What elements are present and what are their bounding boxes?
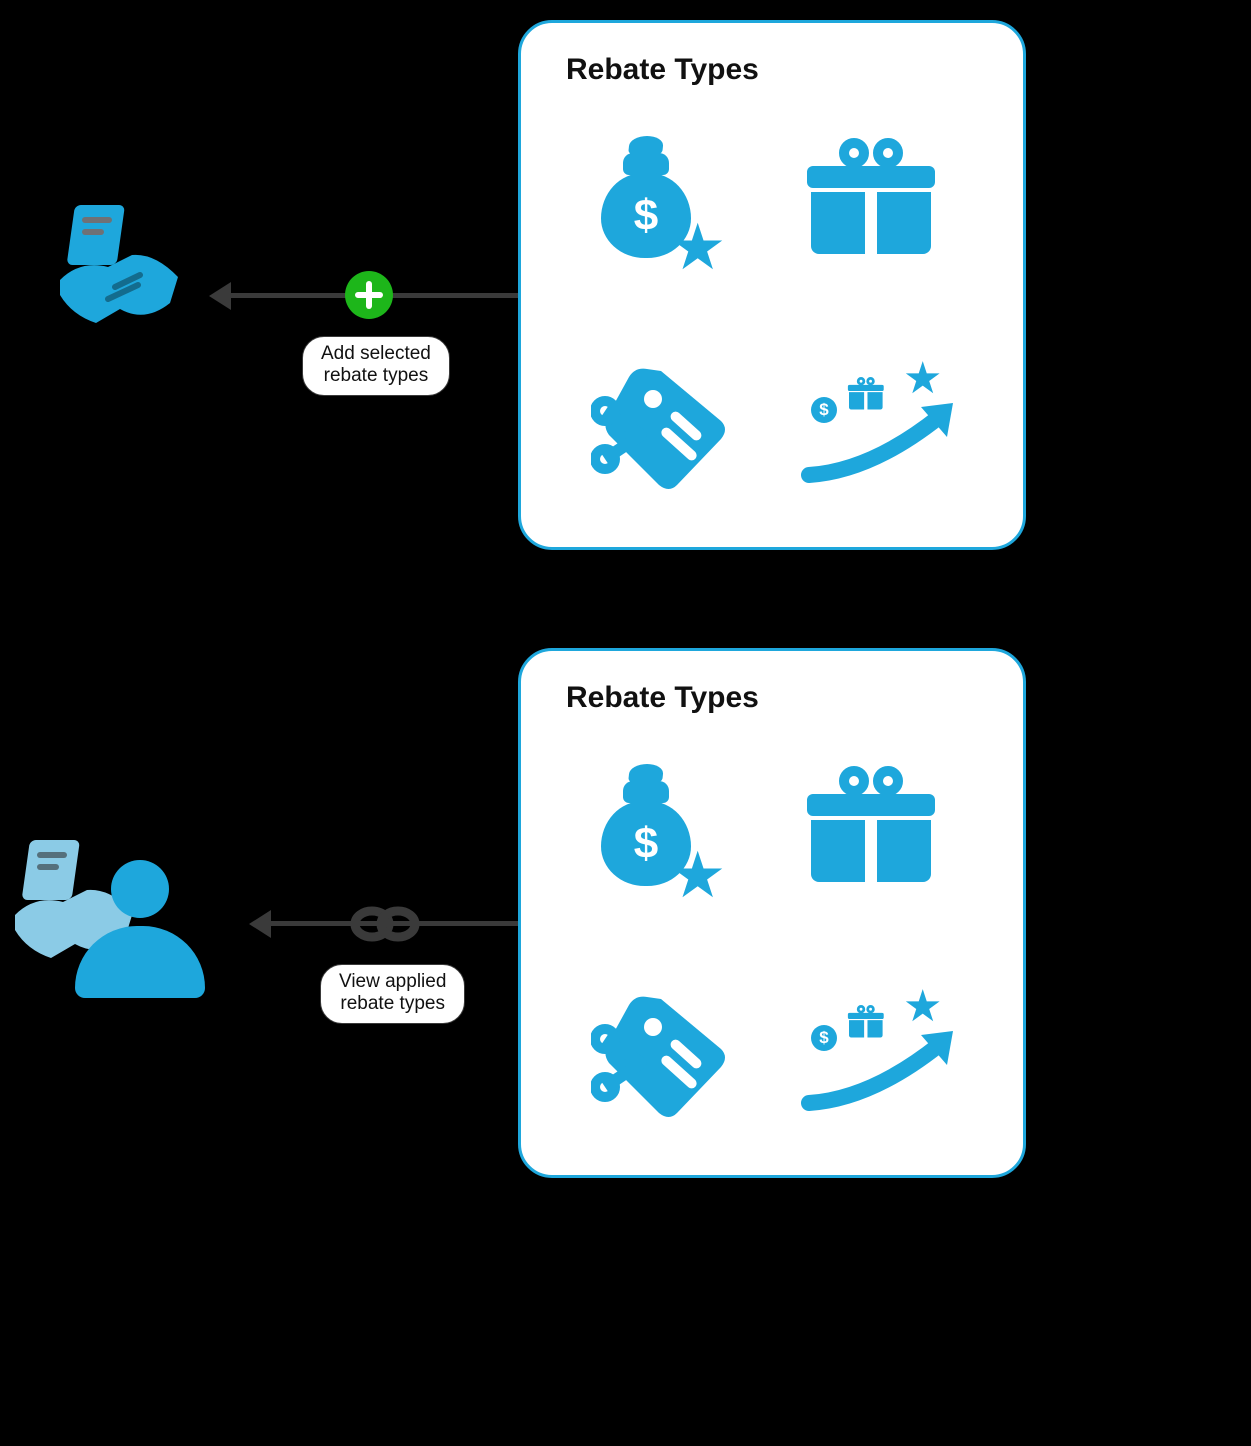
person-icon	[75, 860, 205, 998]
arrow-left-icon	[249, 910, 271, 938]
arrow-left-icon	[209, 282, 231, 310]
gift-icon	[811, 138, 931, 258]
plus-icon	[345, 271, 393, 319]
add-rebate-types-label: Add selected rebate types	[302, 336, 450, 396]
discount-tag-icon	[591, 991, 741, 1121]
discount-tag-icon	[591, 363, 741, 493]
growth-rewards-icon: $ ★	[801, 991, 971, 1121]
money-bag-star-icon: $ ★	[601, 133, 731, 273]
money-bag-star-icon: $ ★	[601, 761, 731, 901]
view-rebate-types-label: View applied rebate types	[320, 964, 465, 1024]
view-label-line2: rebate types	[340, 993, 445, 1014]
contract-icon	[60, 205, 190, 345]
panel-title: Rebate Types	[566, 681, 759, 715]
view-label-line1: View applied	[339, 971, 446, 992]
growth-rewards-icon: $ ★	[801, 363, 971, 493]
link-icon	[350, 900, 420, 953]
add-label-line2: rebate types	[324, 365, 429, 386]
panel-title: Rebate Types	[566, 53, 759, 87]
add-label-line1: Add selected	[321, 343, 431, 364]
partner-contract-icon	[15, 840, 215, 1020]
rebate-types-panel-top: Rebate Types $ ★	[518, 20, 1026, 550]
gift-icon	[811, 766, 931, 886]
rebate-types-panel-bottom: Rebate Types $ ★	[518, 648, 1026, 1178]
